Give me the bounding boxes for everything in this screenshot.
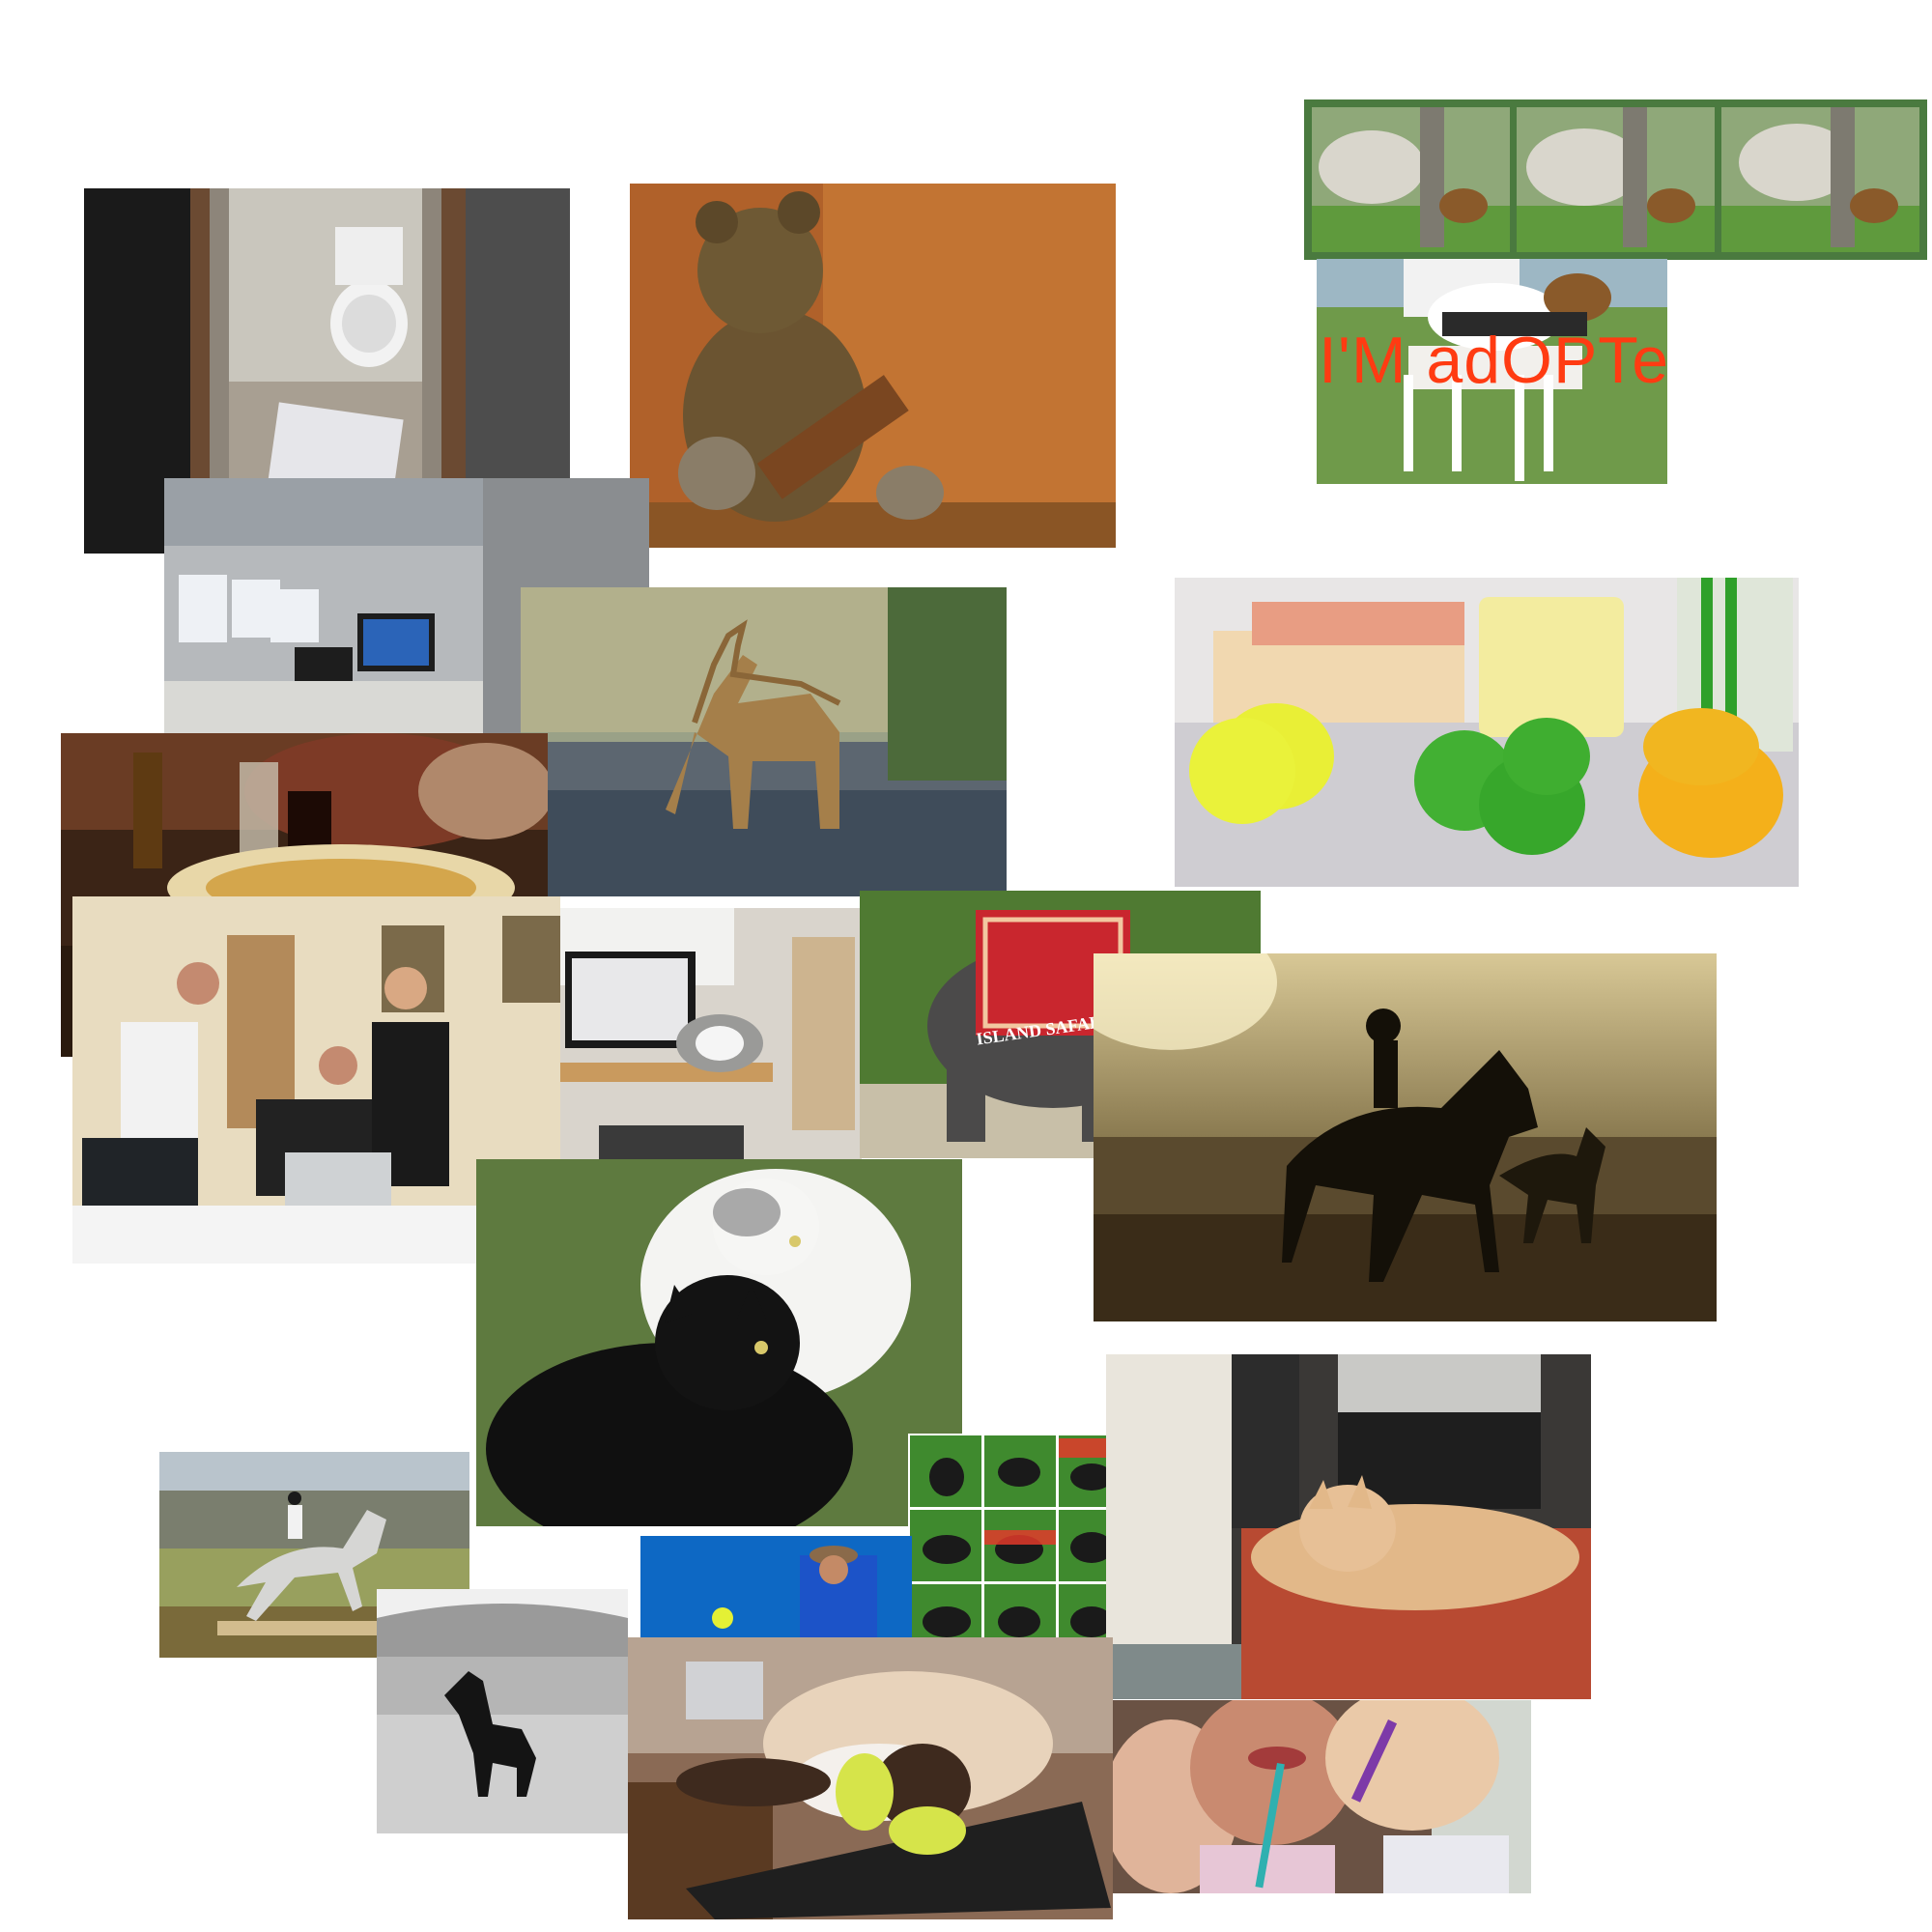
photo-giraffes-drinking — [521, 587, 1007, 896]
photo-siamese-cat-playing — [628, 1637, 1113, 1919]
photo-black-white-horse — [377, 1589, 628, 1833]
photo-cat-on-couch — [1106, 1354, 1591, 1699]
photo-teddy-bear — [630, 184, 1116, 548]
photo-black-and-white-cats — [476, 1159, 962, 1526]
photo-adopted-dog: I'M adOPTed — [1317, 259, 1667, 484]
photo-sheep-and-dog-triptych — [1304, 99, 1927, 260]
photo-citrus-fruits — [1175, 578, 1799, 887]
photo-girls-brushing-teeth — [1113, 1700, 1531, 1893]
photo-tennis-player — [640, 1536, 912, 1637]
photo-horse-silhouette-beach — [1094, 953, 1717, 1321]
adopted-caption: I'M adOPTed — [1319, 324, 1667, 397]
